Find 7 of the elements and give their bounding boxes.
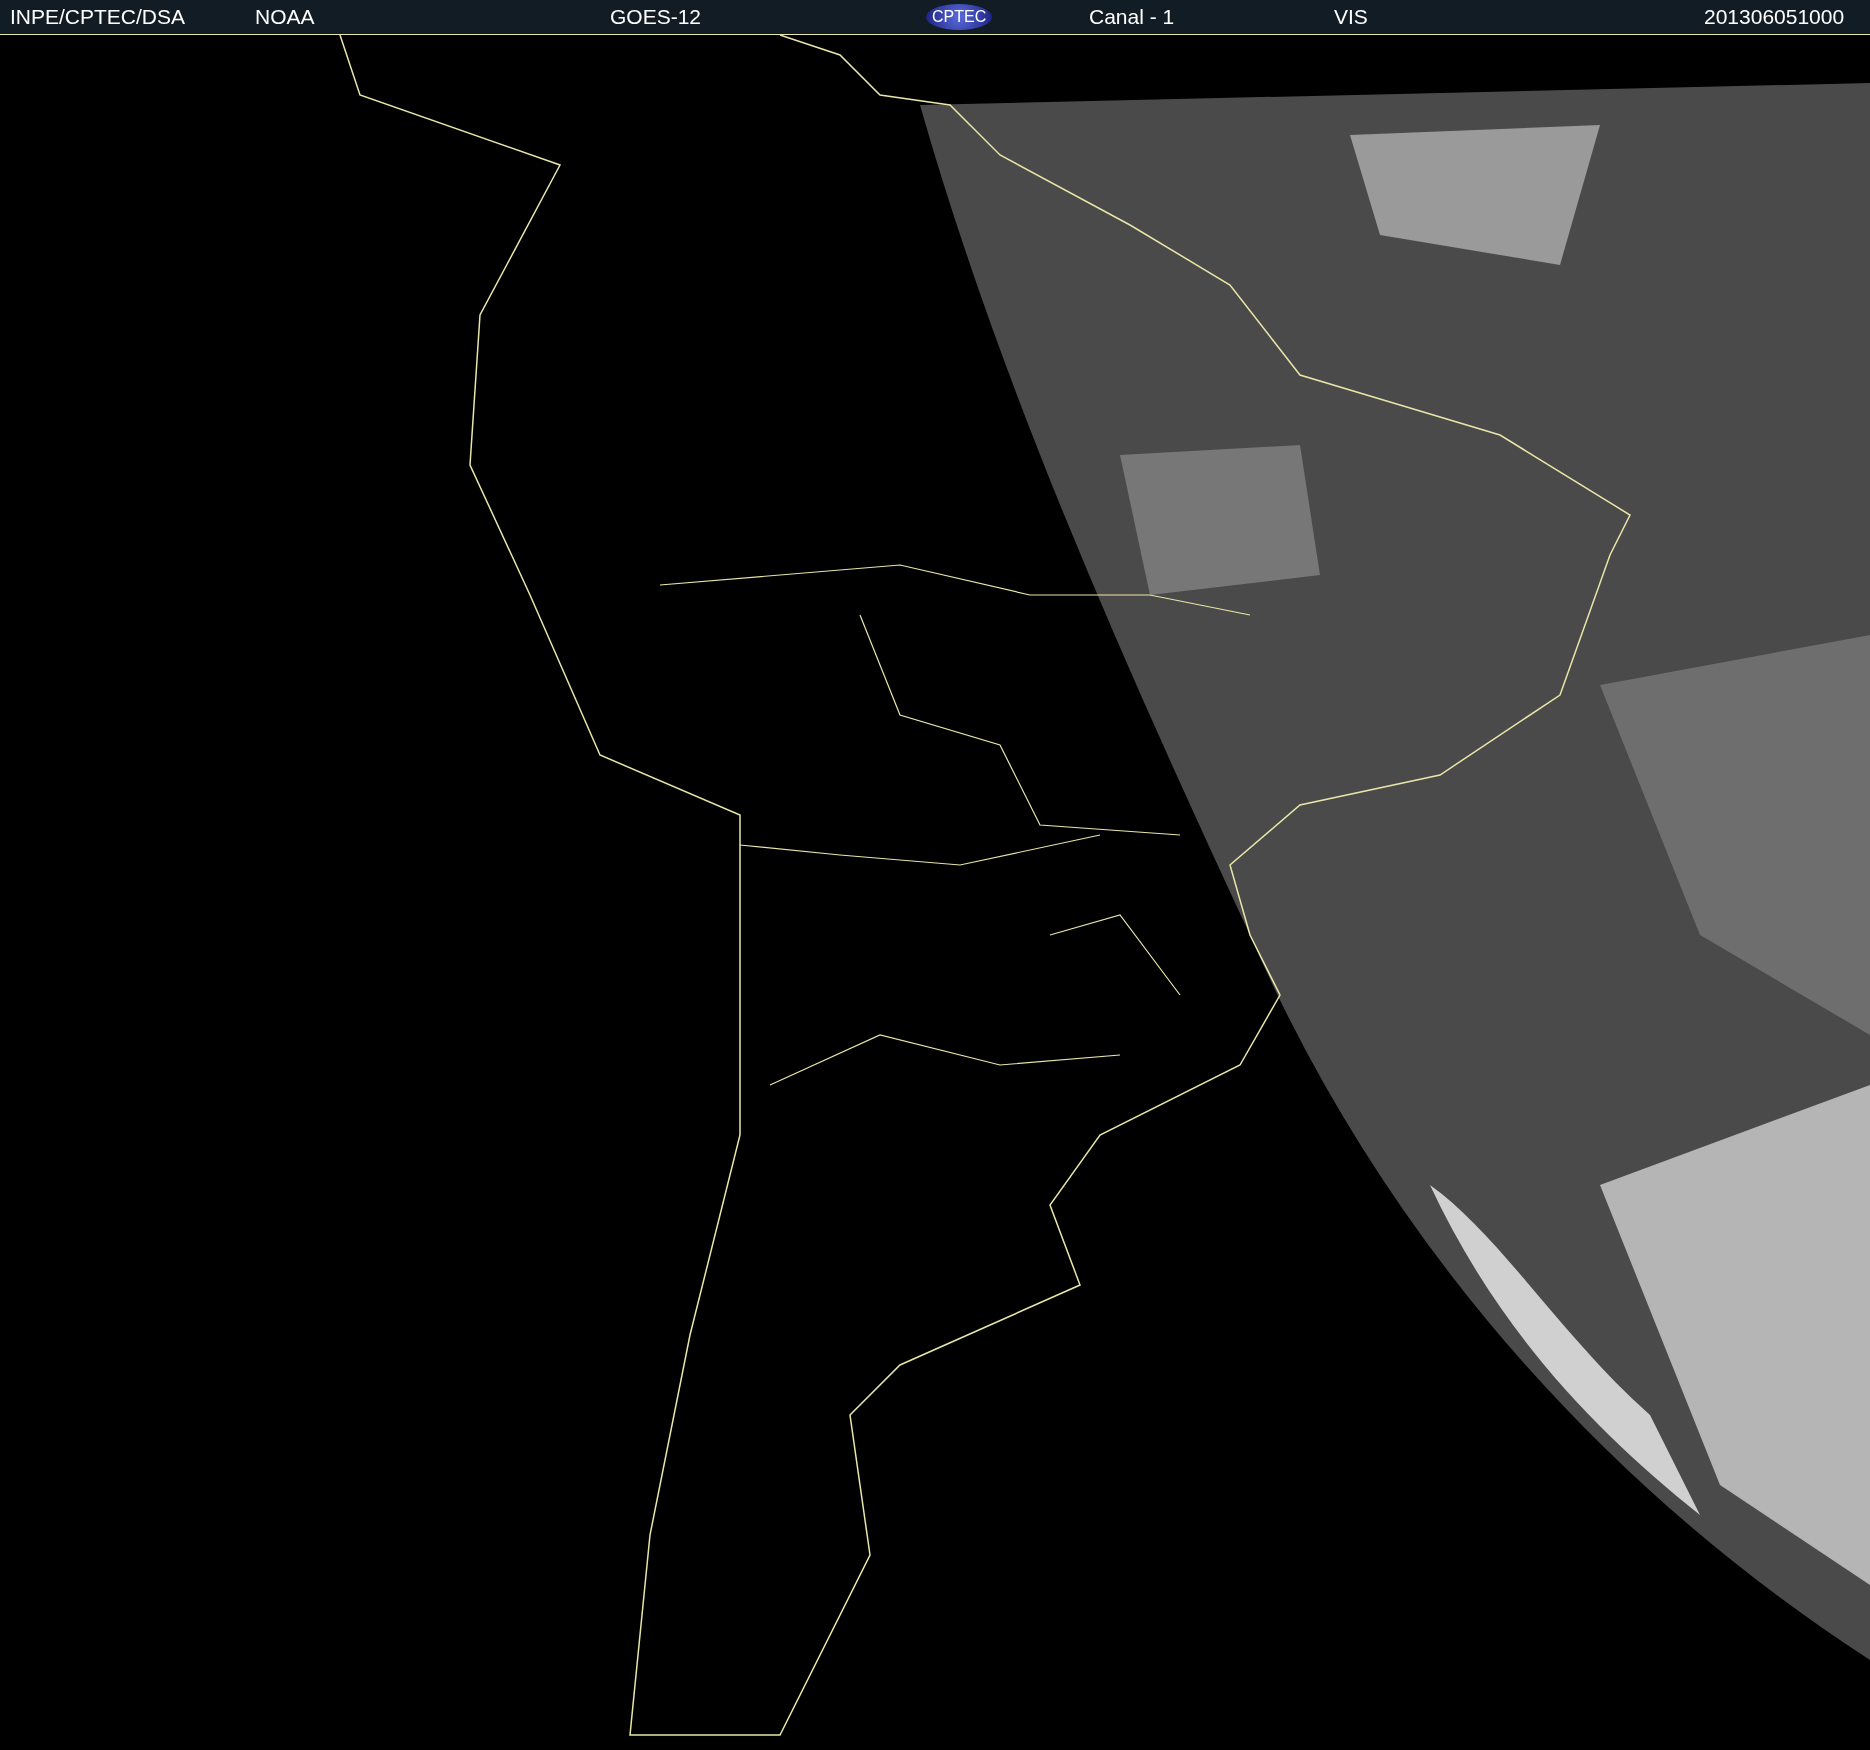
header-text: 201306051000: [1704, 5, 1845, 29]
header-text: NOAA: [255, 5, 315, 29]
header-text: VIS: [1334, 5, 1368, 29]
logo: CPTEC: [926, 4, 993, 30]
header-text: Canal - 1: [1089, 5, 1175, 29]
header-text: INPE/CPTEC/DSA: [10, 5, 186, 29]
header-text: GOES-12: [610, 5, 702, 29]
